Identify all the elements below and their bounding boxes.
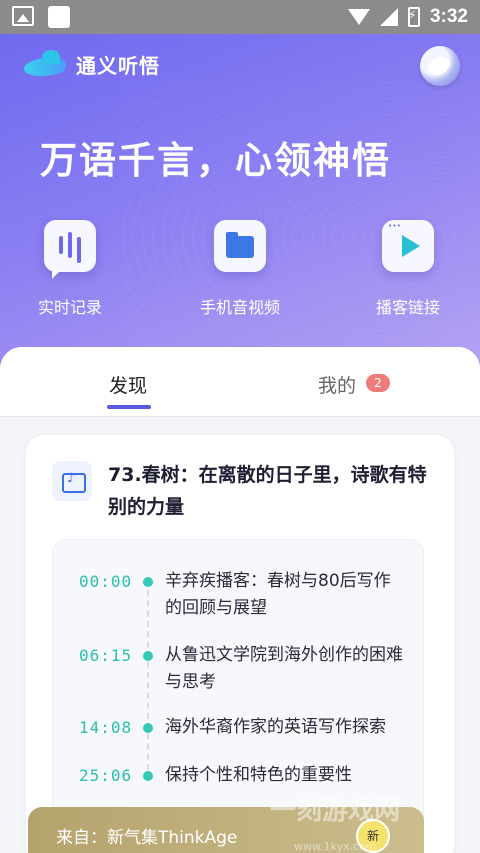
- app-logo-icon: [24, 48, 68, 80]
- timeline-timestamp: 00:00: [79, 572, 133, 591]
- action-phone-media[interactable]: 手机音视频: [170, 220, 310, 318]
- tab-mine[interactable]: 我的: [318, 371, 356, 398]
- action-label: 播客链接: [375, 298, 440, 317]
- timeline-dot: [143, 651, 153, 661]
- avatar[interactable]: [420, 46, 460, 86]
- tab-label: 发现: [109, 375, 148, 397]
- folder-icon: [214, 220, 266, 272]
- status-bar: 3:32: [0, 0, 480, 34]
- wifi-icon: [347, 9, 370, 25]
- timeline-dot: [143, 723, 153, 733]
- app-title: 通义听悟: [76, 53, 160, 78]
- tab-bar: 发现 我的 2: [0, 347, 480, 417]
- notification-badge: 2: [366, 374, 390, 392]
- action-label: 实时记录: [37, 298, 102, 317]
- battery-charging-icon: [407, 7, 420, 27]
- timeline-text: 保持个性和特色的重要性: [165, 765, 352, 785]
- hero-slogan: 万语千言，心领神悟: [40, 139, 391, 182]
- watermark: 一刻游戏网 www.1kyx.com: [270, 790, 480, 853]
- timeline-connector: [147, 580, 149, 770]
- watermark-url: www.1kyx.com: [294, 840, 377, 853]
- tab-discover[interactable]: 发现: [107, 371, 151, 409]
- action-realtime-record[interactable]: 实时记录: [0, 220, 140, 318]
- episode-title: 73.春树：在离散的日子里，诗歌有特别的力量: [108, 464, 427, 518]
- app-notification-icon: [48, 6, 70, 28]
- app-header: 通义听悟: [24, 48, 160, 80]
- mic-bubble-icon: [44, 220, 96, 279]
- timeline-timestamp: 06:15: [79, 646, 133, 665]
- action-label: 手机音视频: [199, 298, 280, 317]
- timeline-text: 辛弃疾播客：春树与80后写作的回顾与展望: [165, 571, 391, 618]
- main-sheet: 发现 我的 2 73.春树：在离散的日子里，诗歌有特别的力量 00:00 辛弃疾…: [0, 347, 480, 853]
- quick-actions: 实时记录 手机音视频 播客链接: [0, 220, 480, 330]
- timeline-dot: [143, 771, 153, 781]
- timeline-text: 从鲁迅文学院到海外创作的困难与思考: [165, 645, 403, 692]
- status-time: 3:32: [429, 6, 468, 27]
- music-note-icon: [52, 461, 92, 501]
- tab-label: 我的: [318, 375, 357, 397]
- source-label: 来自：新气集ThinkAge: [56, 828, 238, 848]
- play-icon: [382, 220, 434, 272]
- timeline-timestamp: 25:06: [79, 766, 133, 785]
- watermark-text: 一刻游戏网: [270, 796, 401, 826]
- active-tab-indicator: [107, 405, 151, 409]
- timeline-dot: [143, 577, 153, 587]
- action-podcast-link[interactable]: 播客链接: [338, 220, 478, 318]
- image-notification-icon: [12, 6, 34, 26]
- signal-icon: [379, 8, 398, 26]
- timeline-timestamp: 14:08: [79, 718, 133, 737]
- timeline-text: 海外华裔作家的英语写作探索: [165, 717, 386, 737]
